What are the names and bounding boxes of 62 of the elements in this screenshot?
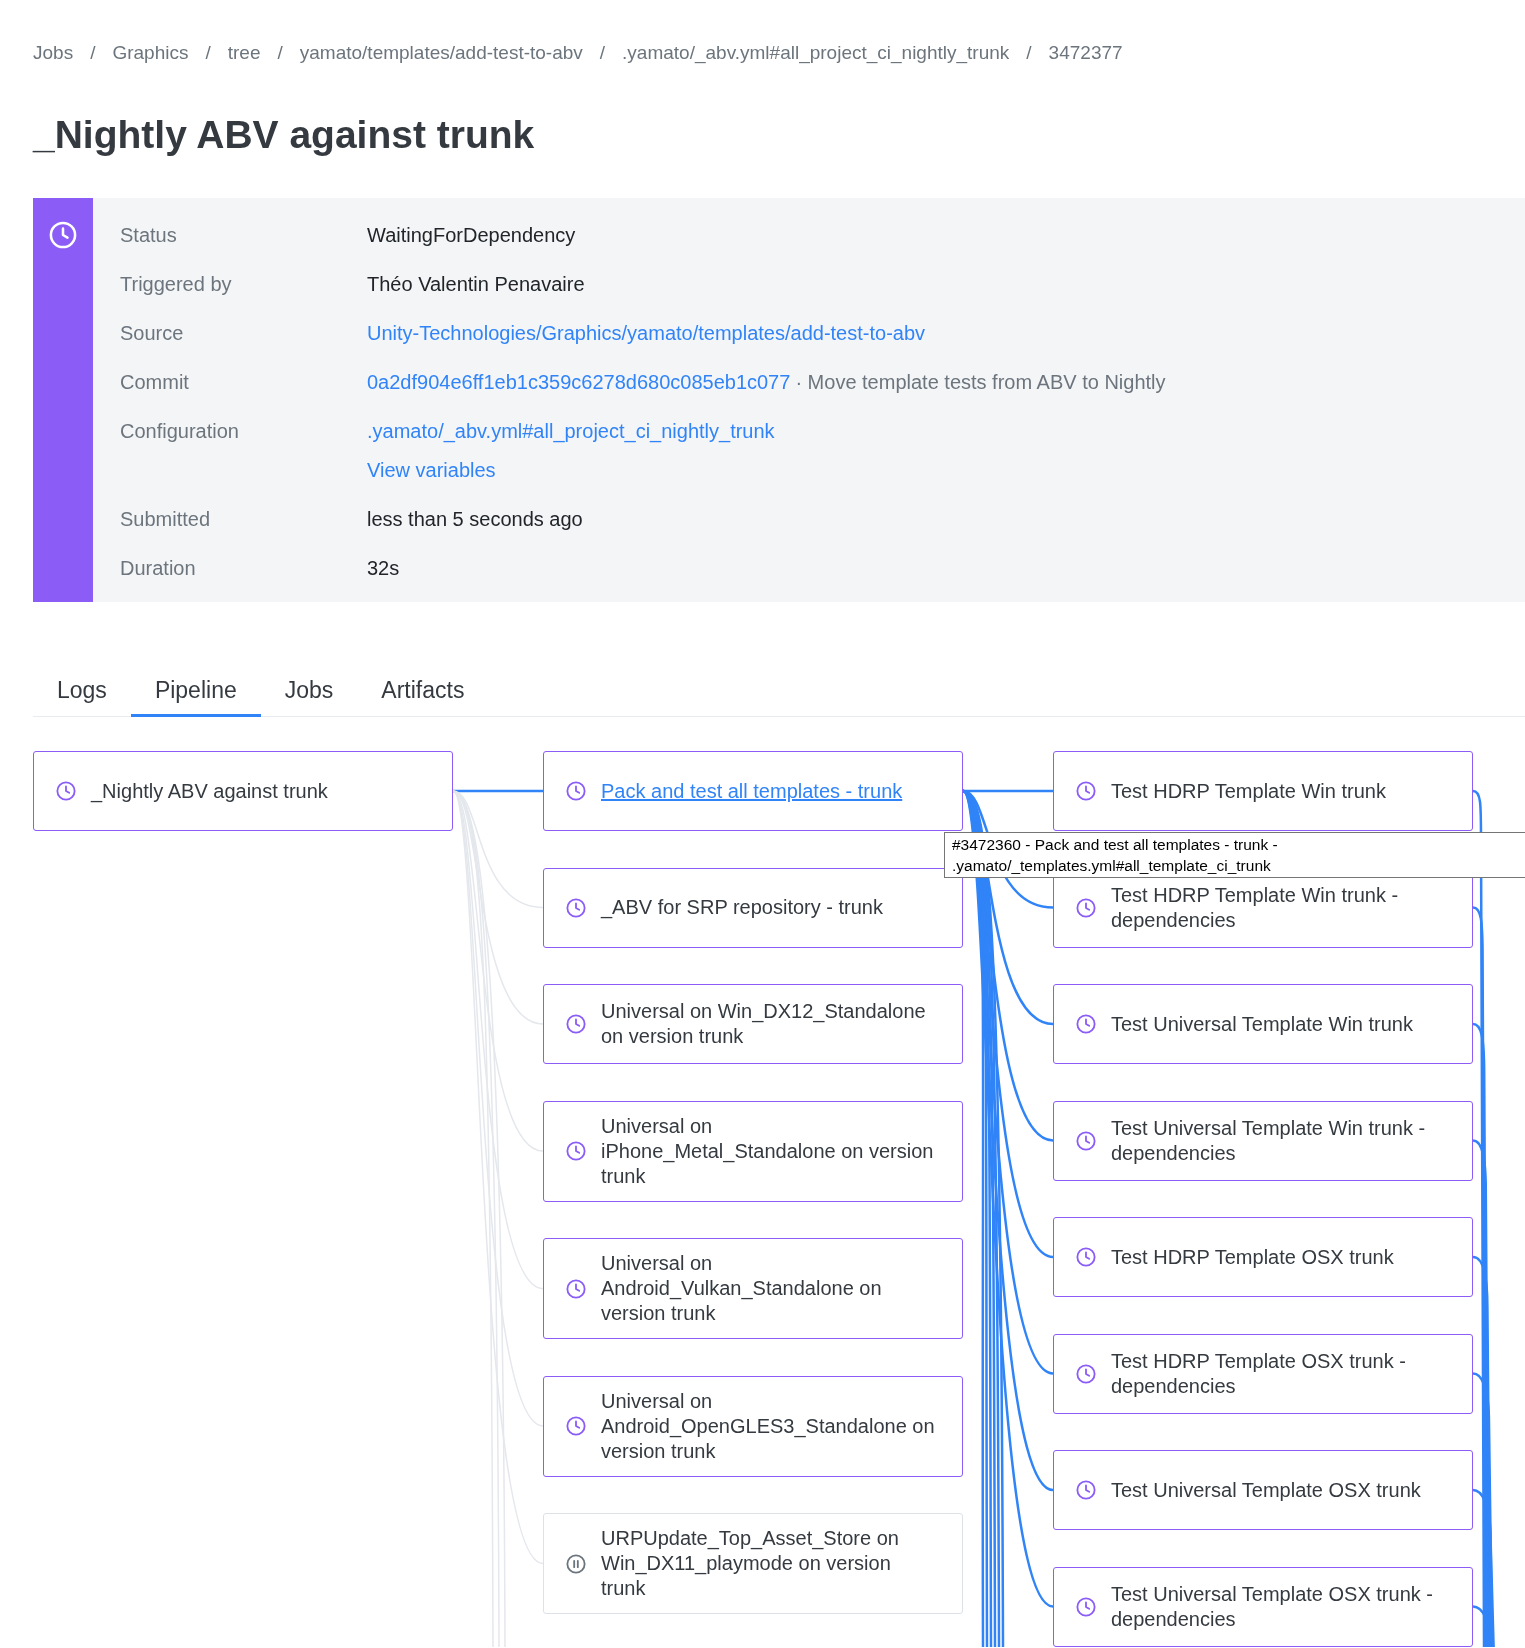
job-link[interactable]: Universal on Android_OpenGLES3_Standalone on version trunk — [601, 1388, 937, 1464]
breadcrumb-link[interactable]: tree — [227, 40, 261, 66]
clock-icon — [566, 781, 586, 801]
job-link[interactable]: Universal on Win_DX12_Standalone on version trunk — [601, 999, 937, 1049]
tab[interactable]: Jobs — [260, 666, 358, 717]
job-link[interactable]: Test Universal Template OSX trunk - dependencies — [1111, 1581, 1447, 1632]
breadcrumb-link[interactable]: Jobs — [33, 40, 74, 66]
job-link[interactable]: Pack and test all templates - trunk — [601, 778, 903, 804]
field-label: Source — [120, 320, 185, 346]
commit-message: · Move template tests from ABV to Nightly — [795, 370, 1166, 393]
job-link[interactable]: Test HDRP Template OSX trunk - dependencies — [1111, 1348, 1447, 1399]
job-link[interactable]: _ABV for SRP repository - trunk — [601, 895, 883, 920]
field-value: 32s — [367, 556, 400, 579]
clock-icon — [566, 897, 586, 918]
tab[interactable]: Logs — [33, 666, 131, 717]
clock-icon — [1076, 1014, 1096, 1034]
breadcrumb-separator: / — [599, 41, 606, 65]
tooltip: #3472360 - Pack and test all templates - trunk - .yamato/_templates.yml#all_template_ci_trunk — [944, 832, 1525, 878]
field-label: Configuration — [120, 418, 240, 444]
job-link[interactable]: Test HDRP Template Win trunk — [1111, 778, 1386, 804]
field-value: Théo Valentin Penavaire — [367, 272, 585, 295]
job-link[interactable]: Universal on iPhone_Metal_Standalone on version trunk — [601, 1113, 937, 1189]
clock-icon — [566, 1416, 586, 1436]
breadcrumb-link[interactable]: Graphics — [112, 40, 189, 66]
clock-icon — [1076, 1480, 1096, 1500]
breadcrumb-link[interactable]: yamato/templates/add-test-to-abv — [299, 40, 583, 66]
job-link[interactable]: Test Universal Template OSX trunk — [1111, 1477, 1421, 1503]
breadcrumb-separator: / — [277, 41, 283, 65]
job-link[interactable]: Universal on Android_Vulkan_Standalone on version trunk — [601, 1251, 937, 1326]
field-value: WaitingForDependency — [367, 223, 576, 246]
job-link[interactable]: _Nightly ABV against trunk — [91, 778, 328, 804]
field-label: Submitted — [120, 506, 212, 532]
tab[interactable]: Pipeline — [130, 666, 261, 717]
pause-icon — [566, 1553, 586, 1574]
breadcrumb-link[interactable]: 3472377 — [1048, 40, 1123, 66]
clock-icon — [566, 1014, 586, 1034]
breadcrumb-separator: / — [1026, 41, 1032, 65]
breadcrumb-link[interactable]: .yamato/_abv.yml#all_project_ci_nightly_trunk — [622, 40, 1010, 66]
clock-icon — [1076, 1363, 1096, 1384]
clock-icon — [56, 781, 76, 801]
field-label: Duration — [120, 555, 197, 581]
clock-icon — [566, 1141, 586, 1161]
job-link[interactable]: Test HDRP Template OSX trunk — [1111, 1244, 1394, 1270]
clock-icon — [49, 221, 77, 249]
clock-icon — [1076, 897, 1096, 918]
job-link[interactable]: URPUpdate_Top_Asset_Store on Win_DX11_playmode on version trunk — [601, 1526, 937, 1601]
tab[interactable]: Artifacts — [357, 666, 489, 717]
field-label: Triggered by — [120, 271, 233, 297]
field-label: Status — [120, 222, 178, 248]
clock-icon — [1076, 1130, 1096, 1151]
clock-icon — [1076, 781, 1096, 801]
field-label: Commit — [120, 369, 190, 395]
clock-icon — [566, 1278, 586, 1299]
job-link[interactable]: Test HDRP Template Win trunk - dependencies — [1111, 882, 1447, 933]
clock-icon — [1076, 1247, 1096, 1267]
clock-icon — [1076, 1596, 1096, 1617]
job-link[interactable]: Test Universal Template Win trunk - dependencies — [1111, 1115, 1447, 1166]
job-link[interactable]: Test Universal Template Win trunk — [1111, 1011, 1413, 1037]
breadcrumb-separator: / — [205, 41, 211, 65]
field-value: less than 5 seconds ago — [367, 507, 583, 530]
breadcrumb-separator: / — [90, 41, 96, 65]
page-title: _Nightly ABV against trunk — [33, 112, 536, 158]
